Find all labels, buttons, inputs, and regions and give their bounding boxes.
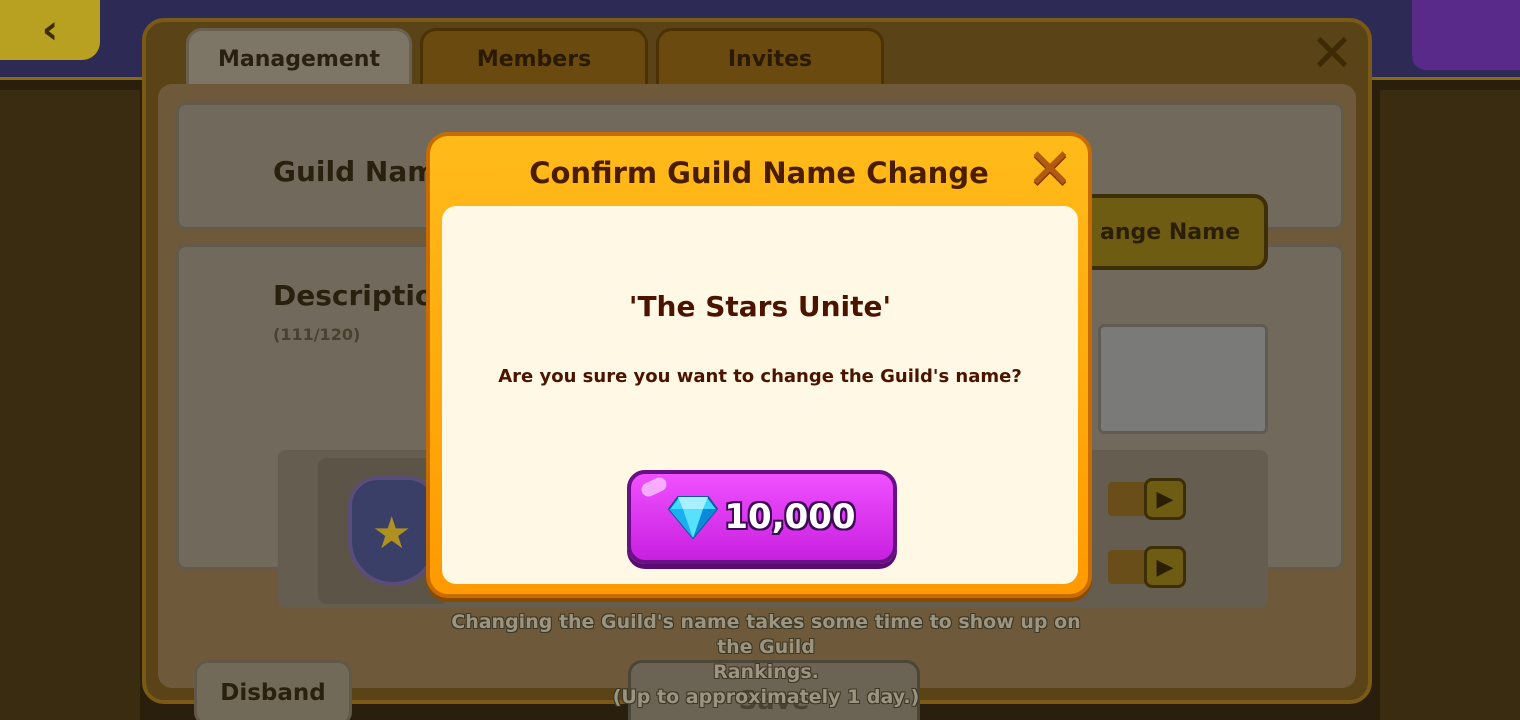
background-left (0, 90, 140, 720)
emblem-slider-1 (1108, 482, 1148, 516)
next-arrow-icon[interactable]: ▶ (1144, 478, 1186, 520)
name-change-notice: Changing the Guild's name takes some tim… (446, 610, 1086, 710)
close-icon[interactable]: ✕ (1026, 142, 1074, 198)
window-close-icon[interactable]: ✕ (1310, 28, 1354, 80)
crystal-icon (668, 496, 719, 539)
confirm-question: Are you sure you want to change the Guil… (498, 366, 1022, 387)
star-icon: ★ (372, 508, 412, 559)
button-shine (639, 475, 669, 499)
emblem-slider-2 (1108, 550, 1148, 584)
new-guild-name: 'The Stars Unite' (628, 290, 892, 323)
tab-members[interactable]: Members (420, 28, 648, 90)
notice-line-2: Rankings. (713, 661, 819, 683)
description-input[interactable] (1098, 324, 1268, 434)
notice-line-1: Changing the Guild's name takes some tim… (451, 611, 1081, 658)
menu-button[interactable] (1412, 0, 1520, 70)
disband-button[interactable]: Disband (194, 660, 352, 720)
notice-line-3: (Up to approximately 1 day.) (612, 686, 920, 708)
dialog-body: 'The Stars Unite' Are you sure you want … (442, 206, 1078, 584)
guild-emblem-icon: ★ (348, 476, 438, 586)
tab-invites[interactable]: Invites (656, 28, 884, 90)
confirm-purchase-button[interactable]: 10,000 (627, 470, 897, 564)
back-button[interactable]: ‹ (0, 0, 100, 60)
tab-management[interactable]: Management (186, 28, 412, 90)
next-arrow-icon[interactable]: ▶ (1144, 546, 1186, 588)
dialog-title: Confirm Guild Name Change (529, 156, 989, 190)
background-right (1380, 90, 1520, 720)
description-count: (111/120) (273, 325, 361, 344)
cost-amount: 10,000 (724, 497, 856, 537)
back-arrow-icon: ‹ (41, 7, 59, 53)
confirm-name-change-dialog: Confirm Guild Name Change ✕ 'The Stars U… (426, 132, 1092, 598)
